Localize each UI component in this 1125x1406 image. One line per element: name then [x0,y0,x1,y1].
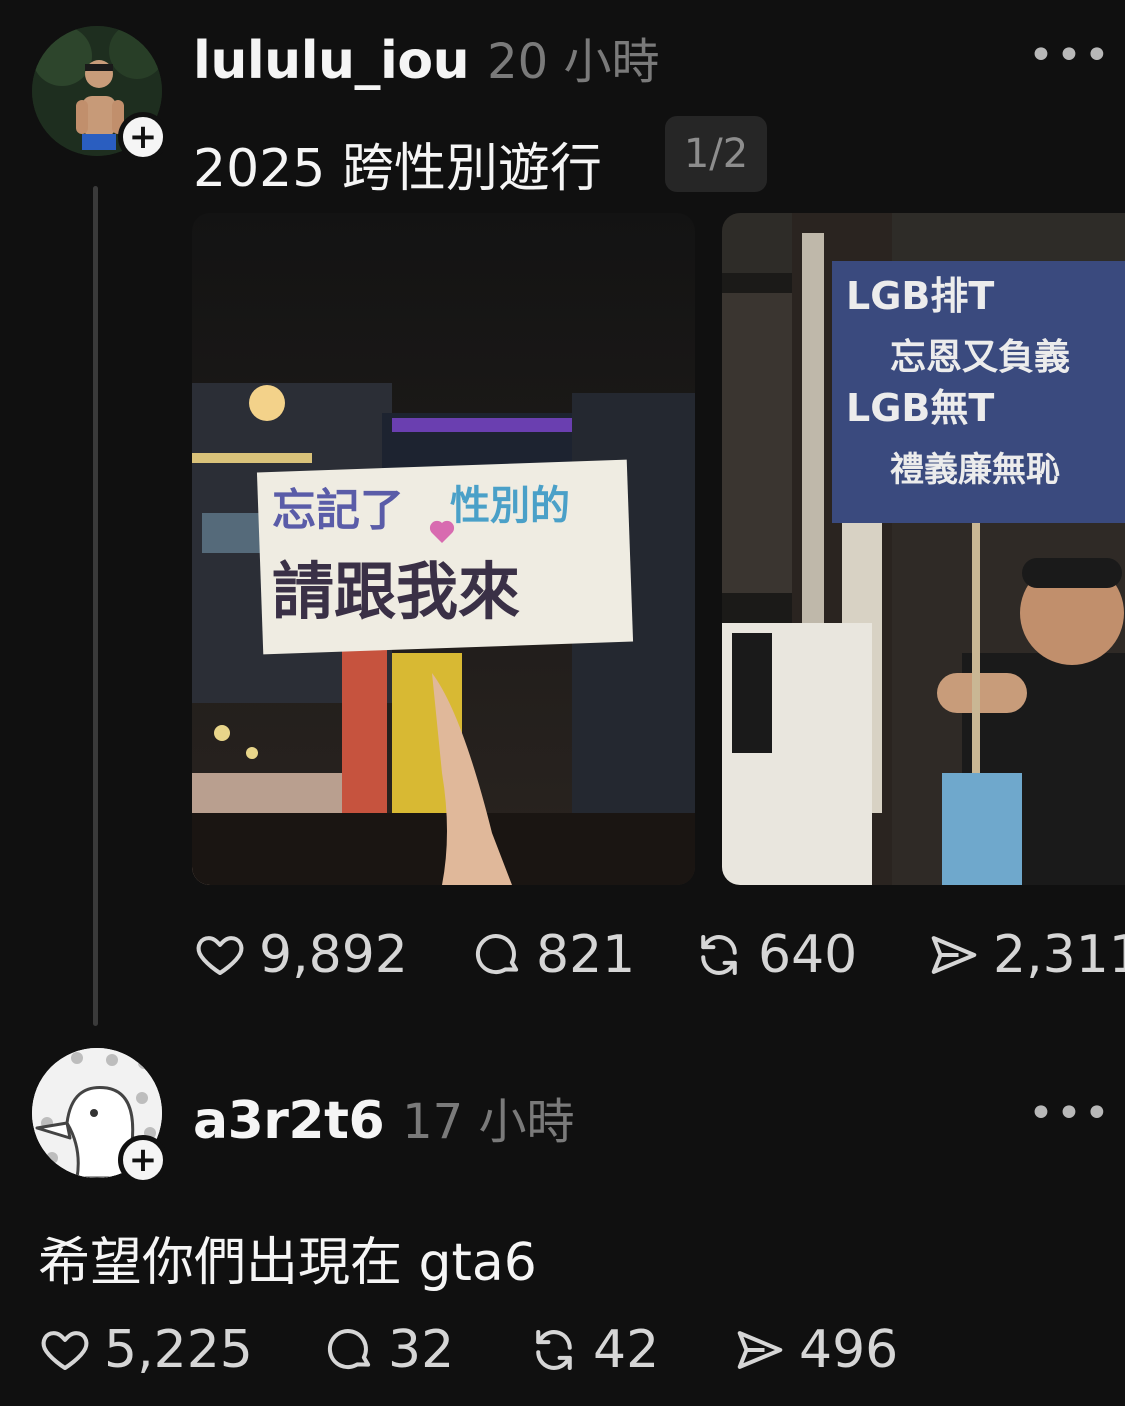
post-username[interactable]: lululu_iou [193,31,470,91]
comment-icon [327,1329,371,1370]
image-count-badge: 1/2 [665,116,767,192]
reply-timestamp: 17 小時 [402,1094,575,1150]
follow-plus-button[interactable]: + [118,112,168,162]
protest-sign-photo-1: 忘記了 性別的 請跟我來 [192,213,695,885]
comment-icon [475,934,519,975]
repost-icon [701,934,737,976]
reply-share-button[interactable]: 496 [733,1320,898,1380]
sign2-line4: 禮義廉無恥 [890,450,1060,490]
post-like-button[interactable]: 9,892 [193,925,408,985]
reply-repost-count: 42 [593,1320,660,1380]
heart-icon [196,936,244,976]
sign-text-line2: 請跟我來 [272,555,520,628]
reply-text: 希望你們出現在 gta6 [38,1233,537,1293]
post-image-2[interactable]: LGB排T 忘恩又負義 LGB無T 禮義廉無恥 [722,213,1125,885]
sign2-line3: LGB無T [846,386,994,430]
reply-repost-button[interactable]: 42 [527,1320,659,1380]
post-share-count: 2,311 [993,925,1125,985]
reply-follow-plus-button[interactable]: + [118,1135,168,1185]
thread-line [93,186,98,1026]
post-comment-button[interactable]: 821 [470,925,635,985]
post-like-count: 9,892 [259,925,408,985]
post-more-icon[interactable]: ••• [1028,30,1112,81]
send-icon [931,936,977,974]
reply-username[interactable]: a3r2t6 [193,1091,385,1151]
reply-like-button[interactable]: 5,225 [38,1320,253,1380]
post-comment-count: 821 [536,925,636,985]
reply-comment-count: 32 [388,1320,455,1380]
post-timestamp: 20 小時 [487,34,660,90]
reply-more-icon[interactable]: ••• [1028,1088,1112,1139]
protest-sign-photo-2: LGB排T 忘恩又負義 LGB無T 禮義廉無恥 [722,213,1125,885]
repost-icon [536,1329,572,1371]
post-share-button[interactable]: 2,311 [927,925,1125,985]
sign-text-line1b: 性別的 [450,483,570,529]
send-icon [737,1331,783,1369]
post-image-1[interactable]: 忘記了 性別的 請跟我來 [192,213,695,885]
reply-comment-button[interactable]: 32 [322,1320,454,1380]
sign2-line1: LGB排T [846,274,994,318]
reply-share-count: 496 [799,1320,899,1380]
heart-icon [41,1331,89,1371]
post-repost-button[interactable]: 640 [692,925,857,985]
reply-like-count: 5,225 [104,1320,253,1380]
sign-text-line1a: 忘記了 [272,485,404,536]
post-repost-count: 640 [758,925,858,985]
post-text: 2025 跨性別遊行 [193,139,602,199]
sign2-line2: 忘恩又負義 [890,337,1070,378]
